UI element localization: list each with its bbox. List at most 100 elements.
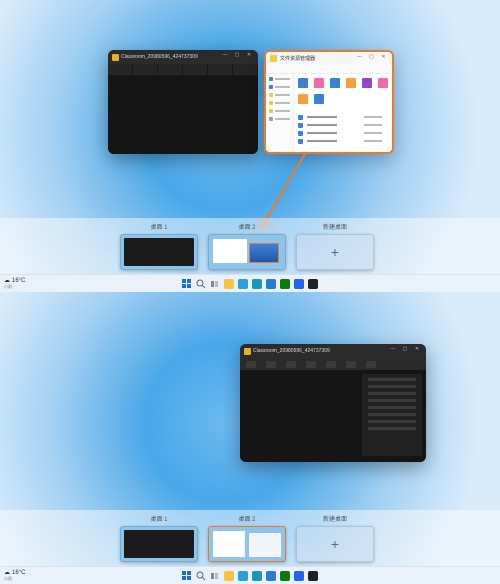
- store-icon[interactable]: [252, 279, 262, 289]
- new-virtual-desktop[interactable]: 新建桌面 +: [296, 222, 374, 270]
- close-button[interactable]: ✕: [379, 54, 388, 63]
- explorer-icon[interactable]: [224, 279, 234, 289]
- maximize-button[interactable]: ▢: [232, 52, 242, 62]
- minimize-button[interactable]: —: [355, 54, 364, 63]
- file-tile[interactable]: [346, 78, 356, 88]
- weather-sub: 小雨: [4, 576, 25, 582]
- file-tile[interactable]: [330, 78, 340, 88]
- vscode-icon[interactable]: [294, 571, 304, 581]
- panel-item[interactable]: [368, 385, 416, 388]
- edge-icon[interactable]: [238, 279, 248, 289]
- virtual-desktop-2[interactable]: 桌面 2: [208, 514, 286, 562]
- nav-item[interactable]: [275, 78, 290, 80]
- weather-sub: 小雨: [4, 284, 25, 290]
- toolbar-button[interactable]: [326, 361, 336, 368]
- panel-item[interactable]: [368, 392, 416, 395]
- file-name[interactable]: [307, 132, 337, 134]
- toolbar-button[interactable]: [286, 361, 296, 368]
- search-icon[interactable]: [196, 279, 206, 289]
- classroom-tab[interactable]: [133, 64, 158, 76]
- panel-item[interactable]: [368, 406, 416, 409]
- toolbar-button[interactable]: [366, 361, 376, 368]
- file-tile[interactable]: [378, 78, 388, 88]
- xbox-icon[interactable]: [280, 571, 290, 581]
- panel-item[interactable]: [368, 427, 416, 430]
- new-desktop-thumbnail[interactable]: +: [296, 234, 374, 270]
- taskbar[interactable]: ☁16°C 小雨: [0, 566, 500, 584]
- file-explorer-window[interactable]: 文件资源管理器 — ▢ ✕: [264, 50, 394, 154]
- nav-item[interactable]: [275, 86, 290, 88]
- classroom-tab[interactable]: [233, 64, 258, 76]
- virtual-desktop-1[interactable]: 桌面 1: [120, 222, 198, 270]
- classroom-side-panel[interactable]: [362, 374, 422, 456]
- taskbar[interactable]: ☁16°C 小雨: [0, 274, 500, 292]
- explorer-nav-pane[interactable]: [266, 74, 294, 152]
- classroom-toolbar[interactable]: [240, 358, 426, 370]
- window-titlebar[interactable]: Classroom_20980596_424737309 — ▢ ✕: [108, 50, 258, 64]
- desktop-thumbnail[interactable]: [120, 234, 198, 270]
- new-desktop-label: 新建桌面: [323, 222, 347, 231]
- file-tile[interactable]: [298, 94, 308, 104]
- file-name[interactable]: [307, 124, 337, 126]
- close-button[interactable]: ✕: [244, 52, 254, 62]
- taskview-icon[interactable]: [210, 571, 220, 581]
- maximize-button[interactable]: ▢: [367, 54, 376, 63]
- file-tile[interactable]: [298, 78, 308, 88]
- steam-icon[interactable]: [308, 571, 318, 581]
- panel-item[interactable]: [368, 378, 416, 381]
- steam-icon[interactable]: [308, 279, 318, 289]
- toolbar-button[interactable]: [306, 361, 316, 368]
- store-icon[interactable]: [252, 571, 262, 581]
- classroom-tab[interactable]: [158, 64, 183, 76]
- classroom-tab[interactable]: [108, 64, 133, 76]
- vscode-icon[interactable]: [294, 279, 304, 289]
- mail-icon[interactable]: [266, 571, 276, 581]
- explorer-icon[interactable]: [224, 571, 234, 581]
- start-icon[interactable]: [182, 571, 192, 581]
- xbox-icon[interactable]: [280, 279, 290, 289]
- classroom-tab[interactable]: [208, 64, 233, 76]
- weather-widget[interactable]: ☁16°C 小雨: [4, 277, 25, 290]
- minimize-button[interactable]: —: [388, 346, 398, 356]
- panel-item[interactable]: [368, 399, 416, 402]
- classroom-window[interactable]: Classroom_20980596_424737309 — ▢ ✕: [108, 50, 258, 154]
- virtual-desktop-2[interactable]: 桌面 2: [208, 222, 286, 270]
- classroom-tabstrip[interactable]: [108, 64, 258, 76]
- nav-item[interactable]: [275, 118, 290, 120]
- mail-icon[interactable]: [266, 279, 276, 289]
- panel-item[interactable]: [368, 420, 416, 423]
- maximize-button[interactable]: ▢: [400, 346, 410, 356]
- desktop-thumbnail[interactable]: [120, 526, 198, 562]
- window-titlebar[interactable]: 文件资源管理器 — ▢ ✕: [266, 52, 392, 64]
- file-name[interactable]: [307, 140, 337, 142]
- search-icon[interactable]: [196, 571, 206, 581]
- desktop-thumbnail[interactable]: [208, 234, 286, 270]
- new-desktop-thumbnail[interactable]: +: [296, 526, 374, 562]
- new-virtual-desktop[interactable]: 新建桌面 +: [296, 514, 374, 562]
- nav-item[interactable]: [275, 94, 290, 96]
- toolbar-button[interactable]: [246, 361, 256, 368]
- file-name[interactable]: [307, 116, 337, 118]
- virtual-desktop-1[interactable]: 桌面 1: [120, 514, 198, 562]
- toolbar-button[interactable]: [346, 361, 356, 368]
- panel-item[interactable]: [368, 413, 416, 416]
- file-tile[interactable]: [362, 78, 372, 88]
- start-icon[interactable]: [182, 279, 192, 289]
- taskview-icon[interactable]: [210, 279, 220, 289]
- window-title: 文件资源管理器: [280, 55, 352, 62]
- minimize-button[interactable]: —: [220, 52, 230, 62]
- window-titlebar[interactable]: Classroom_20980596_424737309 — ▢ ✕: [240, 344, 426, 358]
- nav-item[interactable]: [275, 102, 290, 104]
- weather-widget[interactable]: ☁16°C 小雨: [4, 569, 25, 582]
- classroom-window[interactable]: Classroom_20980596_424737309 — ▢ ✕: [240, 344, 426, 462]
- desktop-thumbnail-selected[interactable]: [208, 526, 286, 562]
- classroom-tab[interactable]: [183, 64, 208, 76]
- explorer-file-area[interactable]: [294, 74, 392, 152]
- nav-item[interactable]: [275, 110, 290, 112]
- close-button[interactable]: ✕: [412, 346, 422, 356]
- toolbar-button[interactable]: [266, 361, 276, 368]
- file-tile[interactable]: [314, 94, 324, 104]
- explorer-toolbar[interactable]: [266, 64, 392, 74]
- file-tile[interactable]: [314, 78, 324, 88]
- edge-icon[interactable]: [238, 571, 248, 581]
